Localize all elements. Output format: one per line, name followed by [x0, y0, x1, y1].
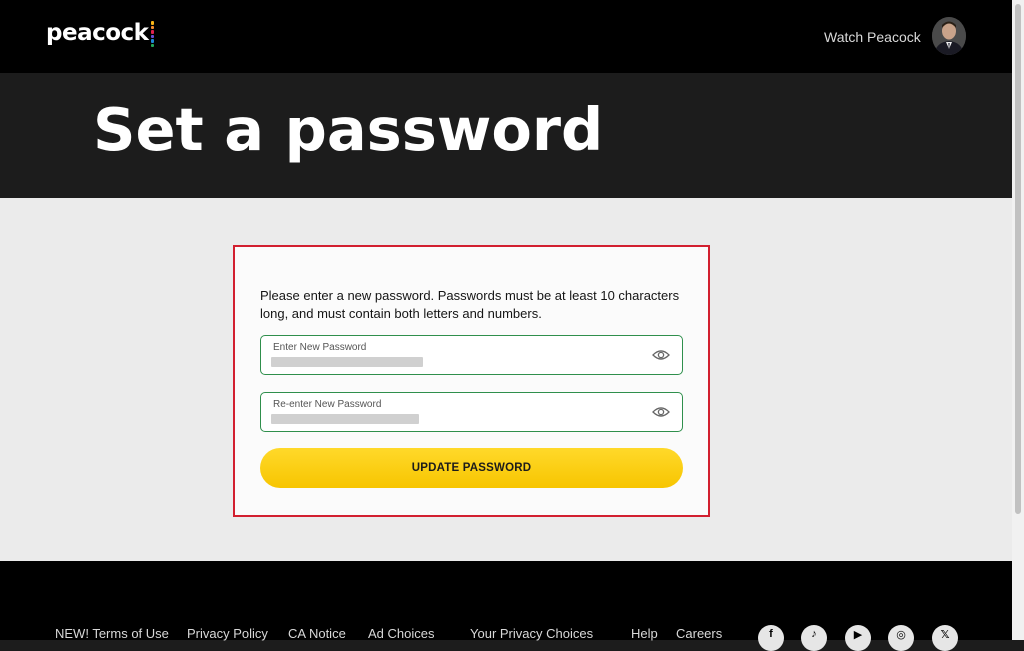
eye-icon[interactable] [652, 348, 670, 362]
set-password-form: Please enter a new password. Passwords m… [233, 245, 710, 517]
watch-peacock-link[interactable]: Watch Peacock [824, 29, 921, 45]
x-icon[interactable]: 𝕏 [932, 625, 958, 651]
peacock-logo[interactable]: peacock [46, 20, 155, 47]
logo-text: peacock [46, 20, 149, 46]
update-password-button[interactable]: UPDATE PASSWORD [260, 448, 683, 488]
new-password-label: Enter New Password [273, 342, 367, 353]
scrollbar-thumb[interactable] [1015, 4, 1021, 514]
main-content: Please enter a new password. Passwords m… [0, 198, 1012, 561]
avatar-image [932, 17, 966, 55]
hero-banner: Set a password [0, 73, 1012, 198]
facebook-icon[interactable]: f [758, 625, 784, 651]
reenter-password-value-masked [271, 414, 419, 424]
user-avatar[interactable] [932, 17, 966, 55]
new-password-value-masked [271, 357, 423, 367]
tiktok-icon[interactable]: ♪ [801, 625, 827, 651]
password-instructions: Please enter a new password. Passwords m… [260, 288, 680, 321]
footer-link-terms[interactable]: NEW! Terms of Use [55, 626, 169, 641]
new-password-field[interactable]: Enter New Password [260, 335, 683, 375]
logo-dots [151, 21, 155, 47]
footer: NEW! Terms of Use Privacy Policy CA Noti… [0, 561, 1012, 651]
page-title: Set a password [93, 95, 604, 164]
page-scrollbar[interactable] [1012, 0, 1024, 640]
footer-link-privacy-choices[interactable]: Your Privacy Choices [470, 626, 593, 641]
instagram-icon[interactable]: ◎ [888, 625, 914, 651]
footer-link-help[interactable]: Help [631, 626, 658, 641]
footer-link-ad-choices[interactable]: Ad Choices [368, 626, 434, 641]
youtube-icon[interactable]: ▶ [845, 625, 871, 651]
reenter-password-label: Re-enter New Password [273, 399, 382, 410]
footer-link-ca-notice[interactable]: CA Notice [288, 626, 346, 641]
footer-link-careers[interactable]: Careers [676, 626, 722, 641]
page: peacock Watch Peacock Set a password Ple… [0, 0, 1012, 651]
show-password-icon [652, 350, 670, 360]
footer-link-privacy-policy[interactable]: Privacy Policy [187, 626, 268, 641]
reenter-password-field[interactable]: Re-enter New Password [260, 392, 683, 432]
top-nav: peacock Watch Peacock [0, 0, 1012, 73]
show-password-icon [652, 407, 670, 417]
eye-icon[interactable] [652, 405, 670, 419]
